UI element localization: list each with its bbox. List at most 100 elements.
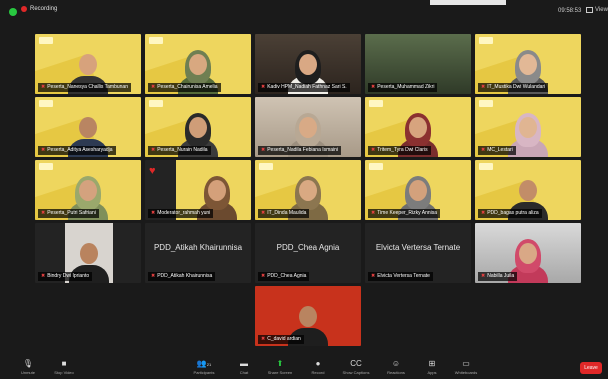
recording-indicator[interactable]: Recording — [21, 6, 57, 12]
video-tile[interactable]: ✖ Moderator_rahmah yuni — [145, 160, 251, 220]
leave-button[interactable]: Leave — [580, 362, 602, 374]
recording-label: Recording — [30, 6, 58, 12]
participant-name-tag: ✖ Nabilla Juila — [478, 272, 518, 281]
participant-name-tag: ✖ Peserta_Chairunisa Amelia — [148, 83, 221, 92]
participants-icon: 👥21 — [196, 359, 212, 368]
video-tile[interactable]: ✖ Tritem_Tyra Dwi Claris — [365, 97, 471, 157]
top-bar: Recording 09:58:53 View — [0, 0, 608, 24]
share-screen-icon: ⬆ — [276, 359, 284, 368]
video-tile[interactable]: ✖ Kadiv HPM_Nadiah Fathnaz Sari S. — [255, 34, 361, 94]
muted-mic-icon: ✖ — [371, 210, 376, 216]
whiteboards-button[interactable]: ▭ Whiteboards — [448, 359, 484, 375]
participant-name-tag: ✖ MC_Lestari — [478, 146, 516, 155]
muted-mic-icon: ✖ — [481, 147, 486, 153]
muted-mic-icon: ✖ — [481, 210, 486, 216]
muted-mic-icon: ✖ — [41, 273, 46, 279]
participant-name-tag: ✖ Peserta_Putri Safriani — [38, 209, 99, 218]
participant-name-tag: ✖ PDD_bagas putra aliza — [478, 209, 542, 218]
grid-view-icon — [586, 7, 593, 13]
muted-mic-icon: ✖ — [41, 210, 46, 216]
muted-mic-icon: ✖ — [371, 147, 376, 153]
participant-name-tag: ✖ Bindry Dwi Iprianto — [38, 272, 93, 281]
video-tile[interactable]: ✖ Bindry Dwi Iprianto — [35, 223, 141, 283]
muted-mic-icon: ✖ — [151, 147, 156, 153]
video-camera-icon: ■ — [61, 359, 67, 368]
video-tile[interactable]: ✖ MC_Lestari — [475, 97, 581, 157]
video-tile[interactable]: ✖ Peserta_Nadila Febiana Ismaini — [255, 97, 361, 157]
notification-strip — [430, 0, 506, 5]
muted-mic-icon: ✖ — [261, 273, 266, 279]
participant-display-name: Elvicta Vertersa Ternate — [375, 243, 461, 252]
meeting-toolbar: 🎙 Unmute ■ Stop Video 👥21 Participants ▬… — [0, 357, 608, 379]
heart-reaction-icon: ♥ — [149, 165, 156, 177]
video-tile[interactable]: ✖ Peserta_Nurain Nadila — [145, 97, 251, 157]
video-tile[interactable]: ✖ Peserta_Chairunisa Amelia — [145, 34, 251, 94]
meeting-clock: 09:58:53 — [558, 8, 582, 14]
participant-name-tag: ✖ Moderator_rahmah yuni — [148, 209, 214, 218]
participants-count: 21 — [206, 362, 212, 367]
smiley-icon: ☺ — [391, 359, 401, 368]
chat-button[interactable]: ▬ Chat — [226, 359, 262, 375]
reactions-button[interactable]: ☺ Reactions — [378, 359, 414, 375]
chat-bubble-icon: ▬ — [240, 359, 248, 368]
muted-mic-icon: ✖ — [151, 273, 156, 279]
whiteboard-icon: ▭ — [462, 359, 470, 368]
unmute-button[interactable]: 🎙 Unmute — [10, 359, 46, 375]
participant-name-tag: ✖ Time Keeper_Rizky Annisa — [368, 209, 441, 218]
muted-mic-icon: ✖ — [151, 210, 156, 216]
microphone-muted-icon: 🎙 — [22, 359, 34, 368]
muted-mic-icon: ✖ — [261, 336, 266, 342]
participant-name-tag: ✖ C_david ardian — [258, 335, 304, 344]
record-icon: ● — [315, 359, 321, 368]
participant-name-tag: ✖ Peserta_Nurain Nadila — [148, 146, 211, 155]
record-dot-icon — [21, 6, 27, 12]
apps-button[interactable]: ⊞ Apps — [414, 359, 450, 375]
show-captions-button[interactable]: CC Show Captions — [338, 359, 374, 375]
video-tile[interactable]: ✖ IT_Dinda Maulida — [255, 160, 361, 220]
video-tile[interactable]: PDD_Atikah Khairunnisa ✖ PDD_Atikah Khair… — [145, 223, 251, 283]
participant-name-tag: ✖ Kadiv HPM_Nadiah Fathnaz Sari S. — [258, 83, 350, 92]
muted-mic-icon: ✖ — [151, 84, 156, 90]
share-screen-button[interactable]: ⬆ Share Screen — [262, 359, 298, 375]
muted-mic-icon: ✖ — [41, 84, 46, 90]
video-tile[interactable]: ✖ Time Keeper_Rizky Annisa — [365, 160, 471, 220]
video-tile[interactable]: ✖ Nabilla Juila — [475, 223, 581, 283]
muted-mic-icon: ✖ — [261, 210, 266, 216]
participant-name-tag: ✖ IT_Dinda Maulida — [258, 209, 310, 218]
participant-name-tag: ✖ Peserta_Nadila Febiana Ismaini — [258, 146, 342, 155]
video-tile[interactable]: ✖ Peserta_Muhammad Zikri — [365, 34, 471, 94]
participant-name-tag: ✖ Peserta_Muhammad Zikri — [368, 83, 438, 92]
video-tile[interactable]: ✖ Peserta_Nanesya Challis Tambunan — [35, 34, 141, 94]
video-tile[interactable]: Elvicta Vertersa Ternate ✖ Elvicta Verter… — [365, 223, 471, 283]
participant-name-tag: ✖ Peserta_Aditya Asesharyadja — [38, 146, 116, 155]
muted-mic-icon: ✖ — [371, 273, 376, 279]
video-tile[interactable]: PDD_Chea Agnia ✖ PDD_Chea Agnia — [255, 223, 361, 283]
muted-mic-icon: ✖ — [371, 84, 376, 90]
muted-mic-icon: ✖ — [261, 147, 266, 153]
apps-icon: ⊞ — [428, 359, 436, 368]
video-tile[interactable]: ✖ C_david ardian — [255, 286, 361, 346]
view-button[interactable]: View — [586, 7, 608, 13]
muted-mic-icon: ✖ — [481, 84, 486, 90]
video-tile[interactable]: ✖ Peserta_Aditya Asesharyadja — [35, 97, 141, 157]
participant-name-tag: ✖ Peserta_Nanesya Challis Tambunan — [38, 83, 131, 92]
video-tile[interactable]: ✖ PDD_bagas putra aliza — [475, 160, 581, 220]
participant-display-name: PDD_Atikah Khairunnisa — [153, 243, 243, 252]
participant-name-tag: ✖ Tritem_Tyra Dwi Claris — [368, 146, 431, 155]
participant-name-tag: ✖ IT_Mustika Dwi Wulandari — [478, 83, 549, 92]
participant-name-tag: ✖ PDD_Chea Agnia — [258, 272, 310, 281]
stop-video-button[interactable]: ■ Stop Video — [46, 359, 82, 375]
view-label: View — [595, 7, 608, 13]
zoom-meeting-window: Recording 09:58:53 View ✖ Peserta_Nanesya… — [0, 0, 608, 379]
captions-icon: CC — [350, 359, 362, 368]
security-shield-icon[interactable] — [9, 8, 17, 16]
record-button[interactable]: ● Record — [300, 359, 336, 375]
video-tile[interactable]: ✖ IT_Mustika Dwi Wulandari — [475, 34, 581, 94]
participant-display-name: PDD_Chea Agnia — [276, 243, 340, 252]
participant-name-tag: ✖ Elvicta Vertersa Ternate — [368, 272, 433, 281]
participant-name-tag: ✖ PDD_Atikah Khairunnisa — [148, 272, 216, 281]
muted-mic-icon: ✖ — [261, 84, 266, 90]
muted-mic-icon: ✖ — [41, 147, 46, 153]
video-tile[interactable]: ✖ Peserta_Putri Safriani — [35, 160, 141, 220]
participants-button[interactable]: 👥21 Participants — [186, 359, 222, 375]
